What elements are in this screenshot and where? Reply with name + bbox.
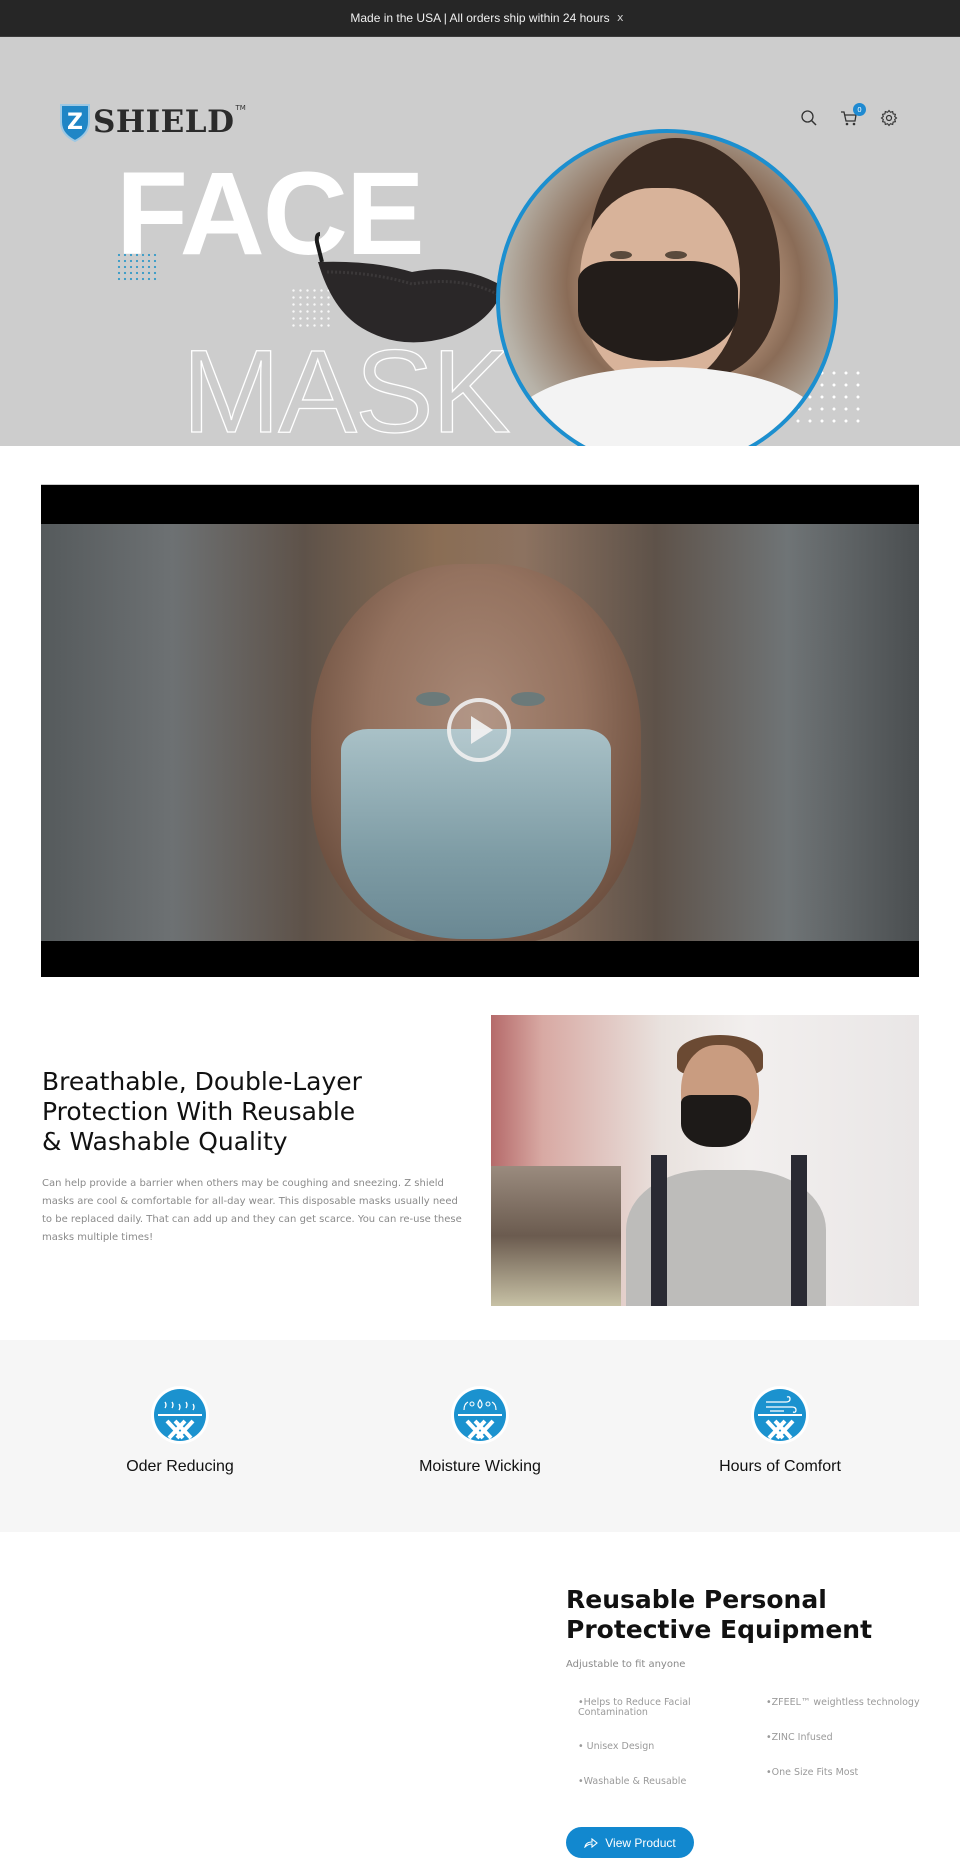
decorative-dots bbox=[116, 252, 160, 282]
logo-wordmark: SHIELD bbox=[93, 104, 235, 140]
share-arrow-icon bbox=[584, 1837, 599, 1848]
feature-description: Can help provide a barrier when others m… bbox=[42, 1178, 462, 1243]
moisture-icon bbox=[451, 1386, 509, 1444]
mask-product-image bbox=[312, 232, 512, 347]
cart-icon[interactable]: 0 bbox=[840, 103, 866, 127]
video-player[interactable] bbox=[41, 484, 919, 977]
benefit-item: Oder Reducing bbox=[60, 1386, 300, 1476]
view-product-button[interactable]: View Product bbox=[566, 1827, 694, 1858]
feature-bullet: •Washable & Reusable bbox=[578, 1776, 687, 1787]
announcement-text: Made in the USA | All orders ship within… bbox=[350, 11, 610, 25]
close-announcement-button[interactable]: x bbox=[617, 11, 624, 24]
logo[interactable]: Z SHIELD TM bbox=[58, 100, 248, 144]
feature-bullet: •One Size Fits Most bbox=[766, 1767, 859, 1778]
shield-logo-icon: Z bbox=[58, 102, 92, 143]
hero-headline-mask: MASK bbox=[181, 326, 511, 446]
hero-model-photo bbox=[496, 129, 838, 446]
svg-text:Z: Z bbox=[67, 110, 83, 135]
benefit-label: Oder Reducing bbox=[126, 1458, 234, 1475]
benefits-section: Oder Reducing Moisture Wicking Hours of … bbox=[0, 1340, 960, 1532]
play-button[interactable] bbox=[447, 698, 511, 762]
odor-icon bbox=[151, 1386, 209, 1444]
feature-model-photo bbox=[491, 1015, 919, 1306]
airflow-icon bbox=[751, 1386, 809, 1444]
ppe-heading: Reusable Personal Protective Equipment bbox=[566, 1585, 873, 1644]
cart-count-badge: 0 bbox=[853, 103, 866, 116]
feature-bullet: •Helps to Reduce Facial Contamination bbox=[578, 1697, 691, 1718]
benefit-item: Moisture Wicking bbox=[360, 1386, 600, 1476]
header-icons: 0 bbox=[800, 103, 898, 127]
gear-icon[interactable] bbox=[880, 109, 898, 127]
trademark-mark: TM bbox=[235, 104, 246, 112]
benefit-item: Hours of Comfort bbox=[660, 1386, 900, 1476]
ppe-subtitle: Adjustable to fit anyone bbox=[566, 1659, 686, 1670]
play-icon bbox=[471, 716, 493, 744]
feature-heading: Breathable, Double-Layer Protection With… bbox=[42, 1067, 362, 1156]
feature-bullet: •ZINC Infused bbox=[766, 1732, 833, 1743]
search-icon[interactable] bbox=[800, 109, 818, 127]
benefit-label: Moisture Wicking bbox=[419, 1458, 541, 1475]
feature-bullet: •ZFEEL™ weightless technology bbox=[766, 1697, 920, 1708]
hero-banner: Z SHIELD TM 0 FACE MASK bbox=[0, 37, 960, 446]
feature-bullet: • Unisex Design bbox=[578, 1741, 655, 1752]
benefit-label: Hours of Comfort bbox=[719, 1458, 841, 1475]
announcement-bar: Made in the USA | All orders ship within… bbox=[0, 0, 960, 37]
view-product-label: View Product bbox=[605, 1835, 676, 1850]
